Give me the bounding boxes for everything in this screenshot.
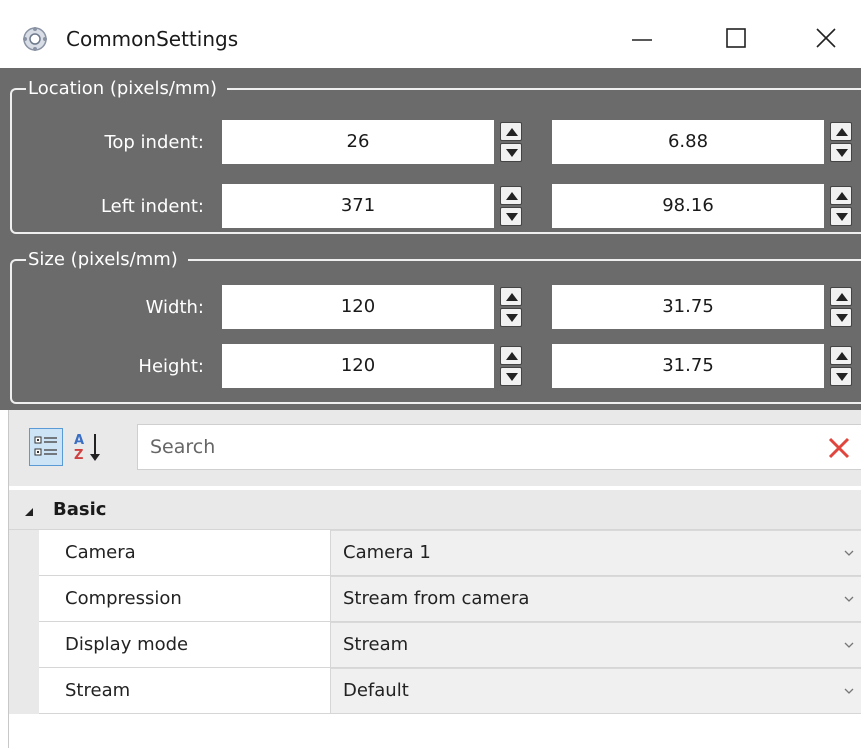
spin-up-icon[interactable] [830,186,852,205]
chevron-down-icon[interactable] [844,687,854,695]
dropdown-value: Stream from camera [343,588,530,609]
spin-up-icon[interactable] [500,346,522,365]
top-indent-label: Top indent: [104,132,204,153]
maximize-icon [726,28,746,48]
search-box [137,424,861,470]
display-mode-dropdown[interactable]: Stream [331,622,861,668]
property-row-camera: Camera Camera 1 [9,530,861,576]
spin-down-icon[interactable] [500,143,522,162]
property-name: Compression [39,576,331,622]
spin-up-icon[interactable] [500,122,522,141]
spin-down-icon[interactable] [830,207,852,226]
minimize-icon [632,39,652,41]
spin-up-icon[interactable] [500,287,522,306]
category-row-basic[interactable]: Basic [9,490,861,530]
property-row-display-mode: Display mode Stream [9,622,861,668]
size-legend: Size (pixels/mm) [26,249,188,271]
app-settings-icon [22,26,48,52]
svg-text:Z: Z [74,448,83,463]
height-mm-input[interactable]: 31.75 [552,344,824,388]
search-input[interactable] [148,425,788,469]
spin-up-icon[interactable] [830,287,852,306]
spin-down-icon[interactable] [500,207,522,226]
categorized-view-icon[interactable] [29,428,63,466]
width-mm-spinner[interactable] [826,285,856,329]
height-mm-spinner[interactable] [826,344,856,388]
location-group: Location (pixels/mm) Top indent: 26 6.88… [10,78,861,234]
dropdown-value: Stream [343,634,409,655]
left-indent-mm-input[interactable]: 98.16 [552,184,824,228]
row-gutter [9,530,39,576]
camera-dropdown[interactable]: Camera 1 [331,530,861,576]
dropdown-value: Default [343,680,409,701]
clear-search-icon[interactable] [826,435,852,461]
svg-text:A: A [74,433,84,448]
close-button[interactable] [796,14,856,60]
location-legend: Location (pixels/mm) [26,78,228,100]
left-indent-mm-spinner[interactable] [826,184,856,228]
collapse-triangle-icon[interactable] [23,503,35,522]
spin-down-icon[interactable] [500,367,522,386]
property-grid-toolbar: A Z [8,410,861,486]
sort-az-icon[interactable]: A Z [71,428,105,466]
compression-dropdown[interactable]: Stream from camera [331,576,861,622]
spin-up-icon[interactable] [830,346,852,365]
property-grid: Basic Camera Camera 1 Compression Stream… [8,486,861,748]
category-label: Basic [53,499,107,520]
left-indent-label: Left indent: [100,196,204,217]
dropdown-value: Camera 1 [343,542,431,563]
top-indent-mm-input[interactable]: 6.88 [552,120,824,164]
chevron-down-icon[interactable] [844,595,854,603]
title-bar: CommonSettings [0,0,861,72]
property-row-compression: Compression Stream from camera [9,576,861,622]
height-label: Height: [138,356,204,377]
width-mm-input[interactable]: 31.75 [552,285,824,329]
height-pixels-spinner[interactable] [496,344,526,388]
chevron-down-icon[interactable] [844,641,854,649]
row-gutter [9,622,39,668]
chevron-down-icon[interactable] [844,549,854,557]
minimize-button[interactable] [612,14,672,60]
spin-down-icon[interactable] [500,308,522,327]
width-pixels-input[interactable]: 120 [222,285,494,329]
property-row-stream: Stream Default [9,668,861,714]
spin-up-icon[interactable] [830,122,852,141]
row-gutter [9,576,39,622]
left-indent-pixels-input[interactable]: 371 [222,184,494,228]
left-indent-pixels-spinner[interactable] [496,184,526,228]
common-settings-window: CommonSettings Location (pixels/mm) Top … [0,0,861,748]
size-group: Size (pixels/mm) Width: 120 31.75 Height… [10,249,861,404]
top-indent-pixels-input[interactable]: 26 [222,120,494,164]
height-pixels-input[interactable]: 120 [222,344,494,388]
close-icon [816,28,836,48]
stream-dropdown[interactable]: Default [331,668,861,714]
property-name: Stream [39,668,331,714]
spin-up-icon[interactable] [500,186,522,205]
property-name: Camera [39,530,331,576]
property-name: Display mode [39,622,331,668]
window-title: CommonSettings [66,27,239,51]
width-pixels-spinner[interactable] [496,285,526,329]
spin-down-icon[interactable] [830,143,852,162]
spin-down-icon[interactable] [830,308,852,327]
row-gutter [9,668,39,714]
settings-panel: Location (pixels/mm) Top indent: 26 6.88… [0,68,861,410]
maximize-button[interactable] [706,14,766,60]
spin-down-icon[interactable] [830,367,852,386]
width-label: Width: [145,297,204,318]
top-indent-pixels-spinner[interactable] [496,120,526,164]
top-indent-mm-spinner[interactable] [826,120,856,164]
